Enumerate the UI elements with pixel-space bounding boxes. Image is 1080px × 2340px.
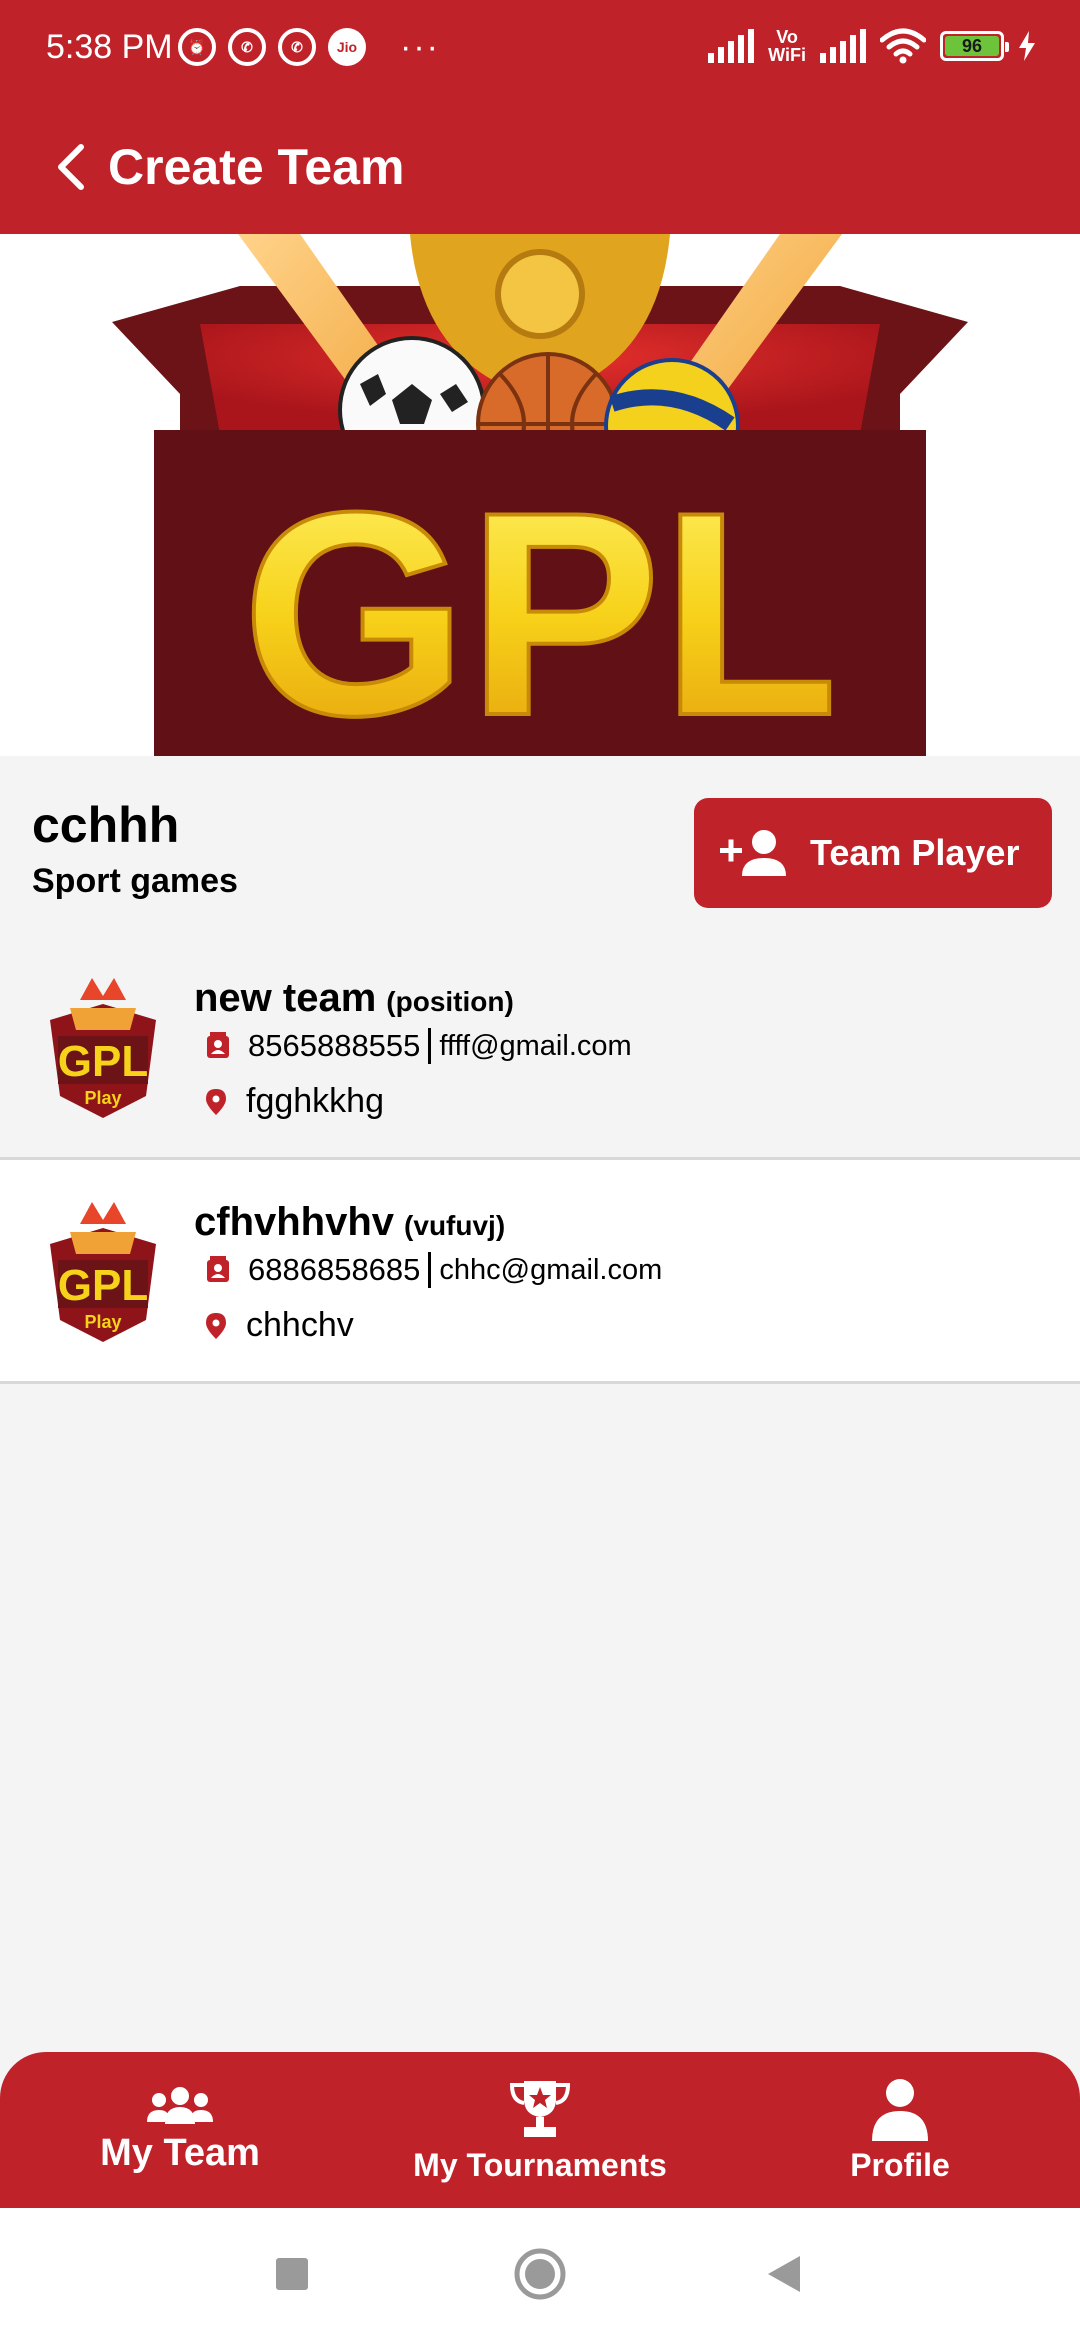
circle-icon xyxy=(514,2248,566,2300)
nav-label: My Team xyxy=(100,2131,260,2174)
location-pin-icon xyxy=(206,1312,226,1339)
battery-level: 96 xyxy=(945,36,999,56)
person-icon xyxy=(872,2078,928,2141)
vowifi-label-1: Vo xyxy=(776,27,798,47)
charging-icon xyxy=(1019,31,1035,61)
nav-my-tournaments[interactable]: My Tournaments xyxy=(380,2052,700,2208)
add-team-player-button[interactable]: Team Player xyxy=(694,798,1052,908)
banner-logo-text: GPL xyxy=(242,452,838,756)
player-position: (vufuvj) xyxy=(404,1210,506,1241)
system-nav-bar xyxy=(0,2208,1080,2340)
signal-icon xyxy=(708,29,755,63)
back-button[interactable] xyxy=(724,2208,844,2340)
player-position: (position) xyxy=(386,986,514,1017)
square-icon xyxy=(276,2258,308,2290)
gpl-play-logo: GPL Play xyxy=(50,1202,156,1342)
contact-card-icon xyxy=(207,1256,229,1282)
player-email: ffff@gmail.com xyxy=(439,1029,632,1062)
vowifi-label-2: WiFi xyxy=(768,45,806,65)
group-icon xyxy=(147,2086,213,2124)
player-contact: 8565888555 ffff@gmail.com xyxy=(206,1028,632,1064)
team-subtitle: Sport games xyxy=(32,862,238,900)
recent-apps-button[interactable] xyxy=(232,2208,352,2340)
status-time: 5:38 PM xyxy=(46,28,173,66)
player-logo-text: GPL xyxy=(58,1037,148,1086)
player-name: cfhvhhvhv xyxy=(194,1200,395,1244)
banner-artwork: GPL xyxy=(112,234,968,756)
nav-profile[interactable]: Profile xyxy=(780,2052,1020,2208)
player-location-text: fgghkkhg xyxy=(246,1082,384,1120)
gpl-play-logo: GPL Play xyxy=(50,978,156,1118)
player-name: new team xyxy=(194,976,377,1020)
player-name-row: new team (position) xyxy=(194,976,514,1021)
nav-my-team[interactable]: My Team xyxy=(60,2052,300,2208)
battery-icon: 96 xyxy=(940,31,1009,61)
player-logo-subtext: Play xyxy=(84,1088,121,1108)
add-team-player-label: Team Player xyxy=(810,832,1020,873)
whatsapp-icon-2: ✆ xyxy=(278,28,316,66)
list-item[interactable]: GPL Play cfhvhhvhv (vufuvj) 6886858685 c… xyxy=(0,1160,1080,1384)
app-bar: Create Team xyxy=(0,100,1080,234)
vowifi-icon: Vo WiFi xyxy=(768,28,806,64)
nav-label: My Tournaments xyxy=(413,2146,667,2183)
player-list: GPL Play new team (position) 8565888555 … xyxy=(0,936,1080,1384)
divider xyxy=(428,1252,432,1288)
alarm-icon: ⏰ xyxy=(178,28,216,66)
nav-label: Profile xyxy=(850,2146,950,2183)
player-name-row: cfhvhhvhv (vufuvj) xyxy=(194,1200,505,1245)
triangle-back-icon xyxy=(768,2256,800,2292)
notification-icons: ⏰ ✆ ✆ Jio ··· xyxy=(178,28,440,66)
player-logo-subtext: Play xyxy=(84,1312,121,1332)
contact-card-icon xyxy=(207,1032,229,1058)
player-location: chhchv xyxy=(206,1306,354,1345)
divider xyxy=(428,1028,432,1064)
gpl-banner-image: GPL xyxy=(0,234,1080,756)
page-title: Create Team xyxy=(108,139,405,195)
location-pin-icon xyxy=(206,1088,226,1115)
status-bar: 5:38 PM ⏰ ✆ ✆ Jio ··· Vo WiFi 96 xyxy=(0,0,1080,100)
team-header: cchhh Sport games Team Player xyxy=(0,756,1080,936)
jio-icon: Jio xyxy=(328,28,366,66)
team-name: cchhh xyxy=(32,797,180,853)
player-location: fgghkkhg xyxy=(206,1082,384,1121)
player-phone: 8565888555 xyxy=(248,1028,421,1063)
trophy-icon xyxy=(509,2080,571,2137)
home-button[interactable] xyxy=(480,2208,600,2340)
list-item[interactable]: GPL Play new team (position) 8565888555 … xyxy=(0,936,1080,1160)
whatsapp-icon: ✆ xyxy=(228,28,266,66)
wifi-icon xyxy=(880,28,926,64)
player-location-text: chhchv xyxy=(246,1306,354,1344)
player-email: chhc@gmail.com xyxy=(439,1253,663,1286)
player-phone: 6886858685 xyxy=(248,1252,421,1287)
bottom-nav: My Team My Tournaments Profile xyxy=(0,2052,1080,2208)
back-arrow-icon[interactable] xyxy=(40,137,100,197)
player-contact: 6886858685 chhc@gmail.com xyxy=(206,1252,662,1288)
signal-icon-2 xyxy=(820,29,866,63)
add-person-icon xyxy=(720,830,786,876)
system-status-icons: Vo WiFi 96 xyxy=(708,28,1036,64)
player-logo-text: GPL xyxy=(58,1261,148,1310)
more-notifications-icon: ··· xyxy=(400,28,440,66)
